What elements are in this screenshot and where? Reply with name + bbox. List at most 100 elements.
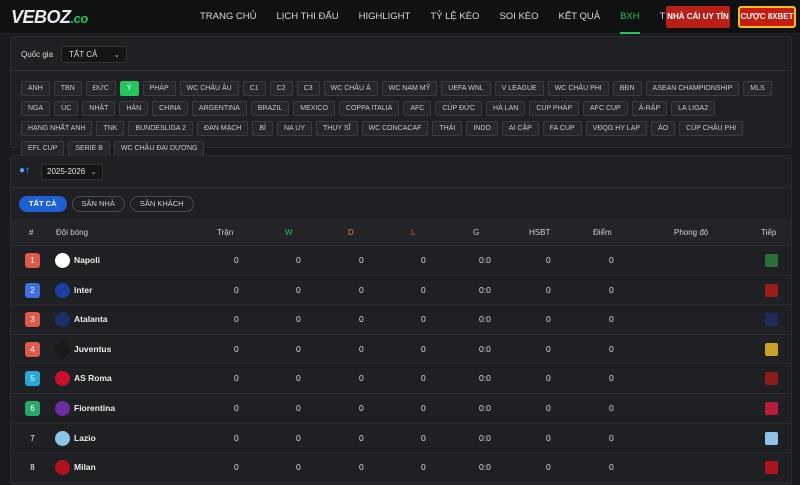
team-name[interactable]: Inter [74,276,92,305]
table-row[interactable]: 3 Atalanta 0 0 0 0 0:0 0 0 [11,305,791,335]
league-chip[interactable]: BỈ [252,121,273,136]
league-chip[interactable]: HẠNG NHẤT ANH [21,121,93,136]
nav-item[interactable]: TỶ LỆ KÈO [430,0,479,34]
chevron-down-icon: ⌄ [113,50,121,59]
league-chip[interactable]: WC CHÂU Á [323,81,378,96]
league-chip[interactable]: UEFA WNL [441,81,491,96]
league-chip[interactable]: ĐAN MẠCH [197,121,249,136]
league-chip[interactable]: NHẬT [82,101,116,116]
league-chip[interactable]: ARGENTINA [191,101,247,116]
league-chip[interactable]: Ả-RẬP [631,101,668,116]
cell-gd: 0 [546,373,551,384]
league-chip[interactable]: BĐN [612,81,642,96]
league-chip[interactable]: NA UY [276,121,312,136]
league-chip[interactable]: HÀN [119,101,149,116]
table-row[interactable]: 7 Lazio 0 0 0 0 0:0 0 0 [11,424,791,454]
table-row[interactable]: 8 Milan 0 0 0 0 0:0 0 0 [11,453,791,483]
nav-item[interactable]: BXH [620,0,640,34]
next-opponent-icon[interactable] [765,313,778,327]
league-chip[interactable]: C3 [296,81,320,96]
nav-item[interactable]: HIGHLIGHT [359,0,411,34]
league-chip[interactable]: AFC [403,101,432,116]
league-chip[interactable]: C1 [242,81,266,96]
league-chip[interactable]: THỤY SĨ [316,121,358,136]
league-chip[interactable]: ÁO [651,121,676,136]
league-chip[interactable]: Ý [119,81,139,96]
league-chip[interactable]: FA CUP [542,121,582,136]
country-select[interactable]: TẤT CẢ ⌄ [61,46,128,63]
nav-item[interactable]: LỊCH THI ĐẤU [276,0,338,34]
team-name[interactable]: Milan [74,453,96,482]
league-chip[interactable]: ASEAN CHAMPIONSHIP [645,81,740,96]
next-opponent-icon[interactable] [765,461,778,475]
standings-tab[interactable]: SÂN NHÀ [71,196,125,212]
table-row[interactable]: 1 Napoli 0 0 0 0 0:0 0 0 [11,246,791,276]
league-chip[interactable]: WC CHÂU PHI [547,81,609,96]
cell-d: 0 [359,314,364,325]
cell-w: 0 [296,462,301,473]
bet-8xbet-button[interactable]: CƯỢC 8XBET [738,6,796,28]
league-chip[interactable]: SERIE B [68,141,110,156]
team-name[interactable]: Fiorentina [74,394,115,423]
nav-item[interactable]: KẾT QUẢ [559,0,601,34]
next-opponent-icon[interactable] [765,254,778,267]
nav-item[interactable]: TRANG CHỦ [200,0,256,34]
team-name[interactable]: Juventus [74,335,111,364]
nav-item[interactable]: SOI KÈO [499,0,538,34]
table-row[interactable]: 6 Fiorentina 0 0 0 0 0:0 0 0 [11,394,791,424]
team-name[interactable]: Lazio [74,424,96,453]
league-chip[interactable]: WC NAM MỸ [381,81,438,96]
col-goals: G [473,228,480,237]
next-opponent-icon[interactable] [765,342,778,356]
league-chip[interactable]: WC CHÂU ĐẠI DƯƠNG [113,141,205,156]
league-chip[interactable]: PHÁP [142,81,176,96]
chevron-down-icon: ⌄ [90,167,97,176]
league-chip[interactable]: AI CẬP [501,121,539,136]
league-chip[interactable]: CÚP PHÁP [529,101,579,116]
league-chip[interactable]: WC CONCACAF [361,121,429,136]
team-name[interactable]: Napoli [74,246,100,275]
league-chip[interactable]: TNK [96,121,125,136]
table-row[interactable]: 5 AS Roma 0 0 0 0 0:0 0 0 [11,364,791,394]
league-chip[interactable]: BUNDESLIGA 2 [128,121,194,136]
cell-played: 0 [234,284,239,295]
next-opponent-icon[interactable] [765,372,778,386]
league-chip[interactable]: LA LIGA2 [671,101,716,116]
standings-tab[interactable]: SÂN KHÁCH [129,196,194,212]
team-name[interactable]: AS Roma [74,364,112,393]
league-chip[interactable]: CÚP CHÂU PHI [679,121,744,136]
league-chip[interactable]: V LEAGUE [494,81,544,96]
league-chip[interactable]: TBN [53,81,82,96]
table-row[interactable]: 2 Inter 0 0 0 0 0:0 0 0 [11,276,791,306]
next-opponent-icon[interactable] [765,283,778,297]
league-chip[interactable]: EFL CUP [21,141,65,156]
rank-badge: 5 [25,371,40,387]
table-row[interactable]: 4 Juventus 0 0 0 0 0:0 0 0 [11,335,791,365]
season-select[interactable]: 2025-2026 ⌄ [41,164,103,180]
league-chip[interactable]: ANH [21,81,50,96]
league-chip[interactable]: WC CHÂU ÂU [179,81,239,96]
league-chip[interactable]: CÚP ĐỨC [435,101,483,116]
league-chip[interactable]: ÚC [54,101,79,116]
league-chip[interactable]: MEXICO [293,101,335,116]
next-opponent-icon[interactable] [765,401,778,415]
standings-table: # Đội bóng Trận W D L G HSBT Điểm Phong … [11,219,791,483]
trusted-bookmaker-button[interactable]: NHÀ CÁI UY TÍN [666,6,730,28]
league-chip[interactable]: ĐỨC [85,81,116,96]
league-chip[interactable]: VĐQG HY LẠP [585,121,648,136]
next-opponent-icon[interactable] [765,431,778,445]
league-chip[interactable]: INDO [466,121,498,136]
league-chip[interactable]: MLS [743,81,772,96]
team-name[interactable]: Atalanta [74,305,108,334]
league-chip[interactable]: AFC CUP [583,101,628,116]
league-chip[interactable]: CHINA [152,101,188,116]
site-logo[interactable]: VEBOZ.co [11,7,88,28]
league-chip[interactable]: THÁI [432,121,463,136]
league-chip[interactable]: C2 [269,81,293,96]
cell-pts: 0 [609,284,614,295]
league-chip[interactable]: NGA [21,101,51,116]
league-chip[interactable]: COPPA ITALIA [338,101,400,116]
standings-tab[interactable]: TẤT CẢ [19,196,67,212]
league-chip[interactable]: HÀ LAN [486,101,526,116]
league-chip[interactable]: BRAZIL [250,101,290,116]
